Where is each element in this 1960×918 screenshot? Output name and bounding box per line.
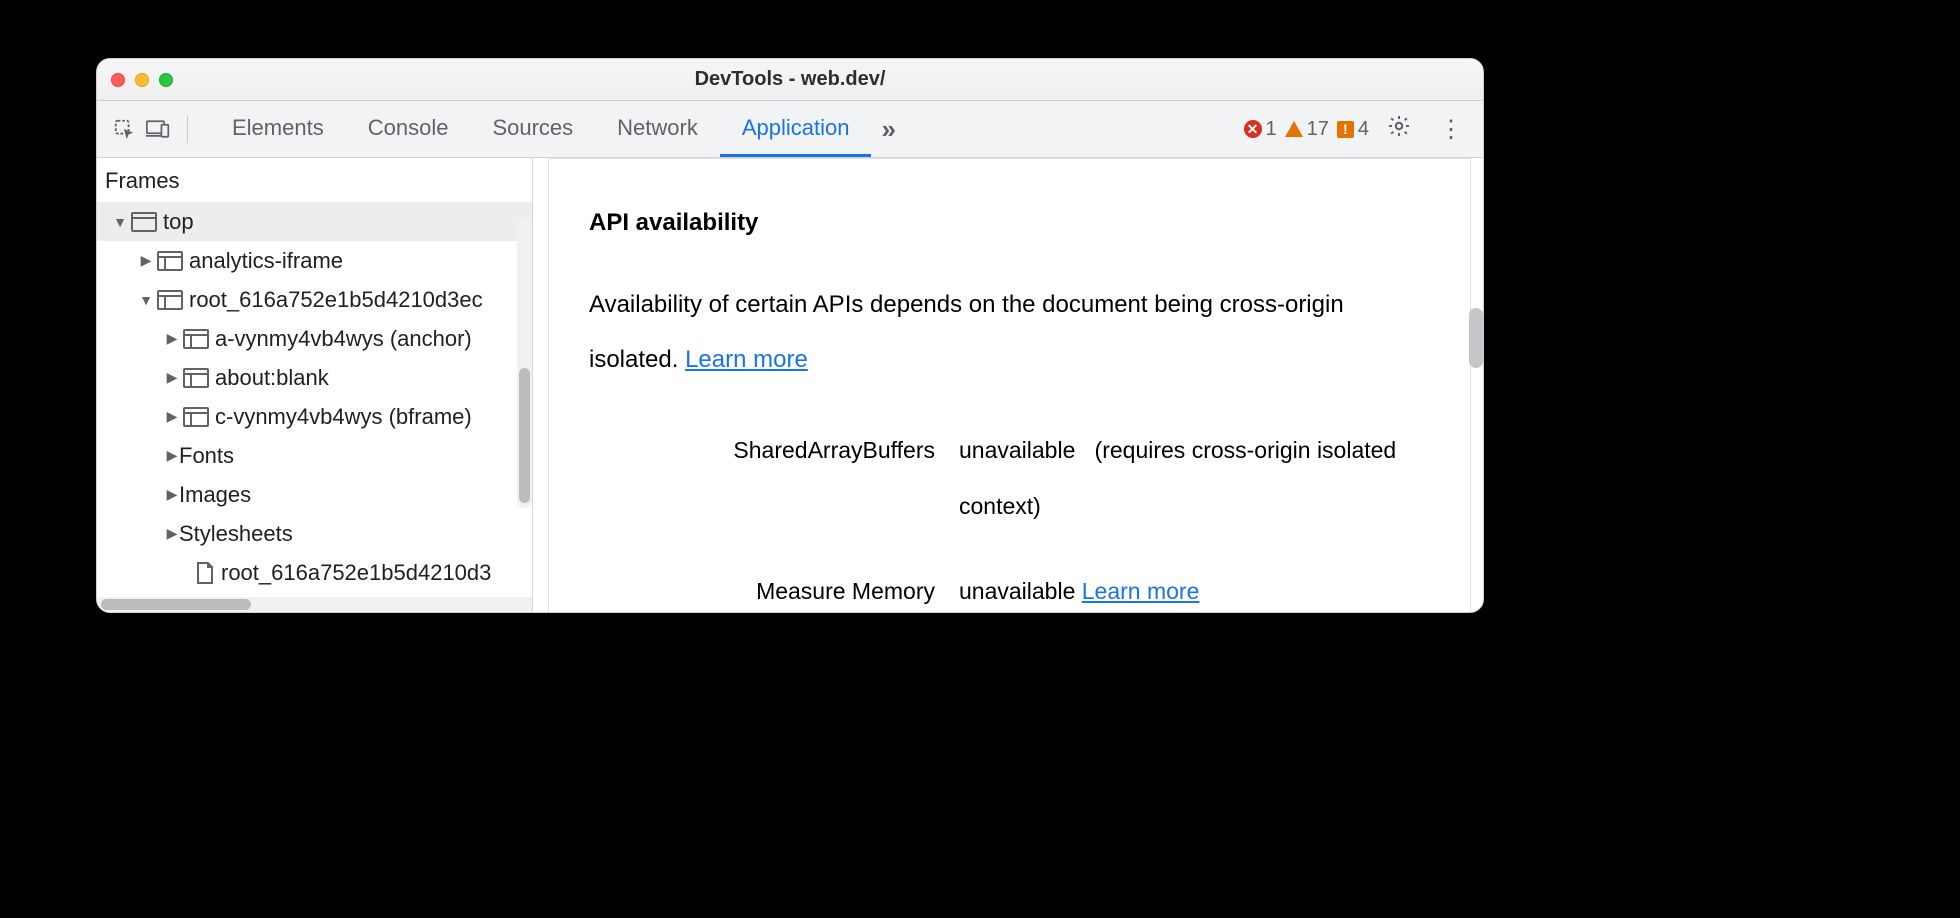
- window-icon: [131, 212, 157, 232]
- issues-badge[interactable]: ! 4: [1337, 118, 1369, 141]
- tree-disclosure-arrow-icon[interactable]: [139, 252, 153, 269]
- tree-row-label: c-vynmy4vb4wys (bframe): [215, 404, 472, 430]
- sidebar-horizontal-scrollbar[interactable]: [97, 597, 532, 612]
- tab-console[interactable]: Console: [346, 101, 471, 157]
- learn-more-link[interactable]: Learn more: [685, 346, 808, 373]
- tree-row-label: Images: [179, 482, 251, 508]
- tree-disclosure-arrow-icon[interactable]: [165, 525, 179, 542]
- sidebar-section-title: Frames: [97, 158, 532, 202]
- sidebar-vertical-scrollbar[interactable]: [517, 218, 532, 508]
- error-icon: ✕: [1244, 120, 1262, 138]
- api-status: unavailable: [959, 437, 1075, 463]
- kebab-menu-icon[interactable]: ⋮: [1429, 115, 1473, 144]
- api-learn-more-link[interactable]: Learn more: [1082, 578, 1200, 604]
- tree-disclosure-arrow-icon[interactable]: [165, 447, 179, 464]
- tree-disclosure-arrow-icon[interactable]: [139, 292, 153, 308]
- errors-badge[interactable]: ✕ 1: [1244, 118, 1277, 141]
- tree-row[interactable]: top: [97, 202, 532, 241]
- tree-row-label: Stylesheets: [179, 521, 293, 547]
- api-name: Measure Memory: [589, 564, 959, 612]
- warning-icon: [1285, 121, 1303, 137]
- settings-gear-icon[interactable]: [1377, 114, 1421, 145]
- frames-tree: top analytics-iframe root_616a752e1b5d4210…: [97, 202, 532, 612]
- tree-row[interactable]: Fonts: [97, 436, 532, 475]
- tab-application[interactable]: Application: [720, 101, 872, 157]
- warnings-count: 17: [1307, 118, 1329, 141]
- tree-disclosure-arrow-icon[interactable]: [165, 486, 179, 503]
- frame-icon: [157, 290, 183, 310]
- tree-row-label: top: [163, 209, 194, 235]
- tree-row[interactable]: analytics-iframe: [97, 241, 532, 280]
- tree-row-label: root_616a752e1b5d4210d3: [221, 560, 491, 586]
- tree-row[interactable]: a-vynmy4vb4wys (anchor): [97, 319, 532, 358]
- frames-sidebar: Frames top analytics-iframe root_616a752e1…: [97, 158, 533, 612]
- toolbar-separator: [187, 115, 188, 143]
- tree-row[interactable]: about:blank: [97, 358, 532, 397]
- tree-disclosure-arrow-icon[interactable]: [113, 214, 127, 230]
- window-title: DevTools - web.dev/: [97, 68, 1483, 91]
- issue-icon: !: [1337, 121, 1354, 138]
- tree-disclosure-arrow-icon[interactable]: [165, 369, 179, 386]
- tree-row[interactable]: root_616a752e1b5d4210d3: [97, 553, 532, 592]
- tree-row-label: analytics-iframe: [189, 248, 343, 274]
- warnings-badge[interactable]: 17: [1285, 118, 1329, 141]
- tree-row-label: Fonts: [179, 443, 234, 469]
- tree-disclosure-arrow-icon[interactable]: [165, 408, 179, 425]
- frame-icon: [183, 329, 209, 349]
- inspect-element-icon[interactable]: [107, 112, 141, 146]
- panel-tabs: ElementsConsoleSourcesNetworkApplication: [210, 101, 871, 157]
- frame-icon: [157, 251, 183, 271]
- device-toolbar-icon[interactable]: [141, 112, 175, 146]
- frame-icon: [183, 368, 209, 388]
- api-availability-table: SharedArrayBuffersunavailable (requires …: [589, 423, 1430, 612]
- tree-row[interactable]: c-vynmy4vb4wys (bframe): [97, 397, 532, 436]
- more-tabs-chevron-icon[interactable]: »: [871, 101, 905, 157]
- frame-icon: [183, 407, 209, 427]
- api-row: SharedArrayBuffersunavailable (requires …: [589, 423, 1430, 533]
- tab-network[interactable]: Network: [595, 101, 720, 157]
- tree-row-label: a-vynmy4vb4wys (anchor): [215, 326, 472, 352]
- api-status: unavailable: [959, 578, 1075, 604]
- devtools-toolbar: ElementsConsoleSourcesNetworkApplication…: [97, 101, 1483, 158]
- tree-row[interactable]: Stylesheets: [97, 514, 532, 553]
- api-value: unavailable (requires cross-origin isola…: [959, 423, 1430, 533]
- issues-count: 4: [1358, 118, 1369, 141]
- api-row: Measure Memoryunavailable Learn more: [589, 564, 1430, 612]
- section-heading: API availability: [589, 209, 1430, 237]
- frame-details-panel: API availability Availability of certain…: [533, 158, 1483, 612]
- errors-count: 1: [1266, 118, 1277, 141]
- section-intro: Availability of certain APIs depends on …: [589, 277, 1430, 387]
- tree-row[interactable]: root_616a752e1b5d4210d3ec: [97, 280, 532, 319]
- api-name: SharedArrayBuffers: [589, 423, 959, 478]
- tree-disclosure-arrow-icon[interactable]: [165, 330, 179, 347]
- doc-icon: [195, 562, 215, 584]
- api-value: unavailable Learn more: [959, 564, 1430, 612]
- tab-sources[interactable]: Sources: [470, 101, 595, 157]
- devtools-window: DevTools - web.dev/ ElementsConsoleSourc…: [96, 58, 1484, 613]
- tree-row-label: root_616a752e1b5d4210d3ec: [189, 287, 483, 313]
- main-vertical-scrollbar[interactable]: [1469, 308, 1483, 368]
- tree-row[interactable]: Images: [97, 475, 532, 514]
- tab-elements[interactable]: Elements: [210, 101, 346, 157]
- tree-row-label: about:blank: [215, 365, 329, 391]
- titlebar: DevTools - web.dev/: [97, 59, 1483, 101]
